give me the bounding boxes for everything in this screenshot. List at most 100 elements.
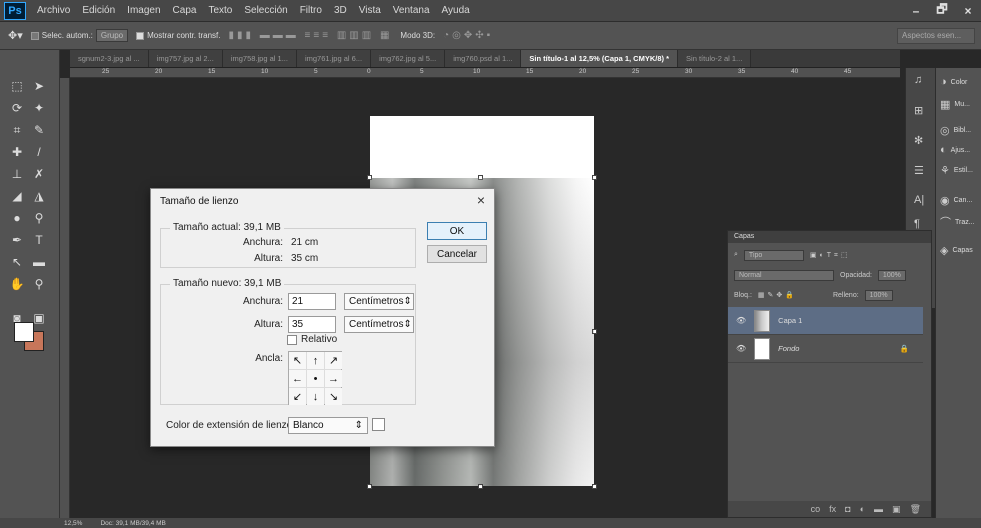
paint-bucket-icon[interactable]: ◮ [28,186,50,206]
doc-tab[interactable]: img762.jpg al 5... [371,50,446,67]
move-tool-icon[interactable]: ✥▾ [8,29,23,42]
transform-handle[interactable] [367,484,372,489]
transform-handle[interactable] [592,329,597,334]
new-group-icon[interactable]: ▬ [874,504,883,514]
doc-tab[interactable]: img761.jpg al 6... [296,50,372,67]
menu-vista[interactable]: Vista [353,5,387,16]
anchor-bottom-right[interactable]: ↘ [325,388,342,405]
minimize-button[interactable]: – [903,0,929,22]
blend-mode-select[interactable]: Normal [734,269,834,281]
marquee-tool-icon[interactable]: ⬚ [6,76,28,96]
extension-color-swatch[interactable] [372,418,385,431]
lasso-tool-icon[interactable]: ⟳ [6,98,28,118]
transform-handle[interactable] [592,484,597,489]
opacity-input[interactable]: 100% [877,269,906,281]
type-tool-icon[interactable]: T [28,230,50,250]
eraser-tool-icon[interactable]: ◢ [6,186,28,206]
magic-wand-icon[interactable]: ✦ [28,98,50,118]
adjustment-layer-icon[interactable]: ◐ [860,504,865,514]
auto-select-checkbox[interactable] [30,31,39,40]
visibility-eye-icon[interactable]: 👁 [736,344,746,353]
properties-icon[interactable]: ⊞ [914,104,923,117]
zoom-level[interactable]: 12,5% [64,520,82,527]
menu-texto[interactable]: Texto [202,5,238,16]
visibility-eye-icon[interactable]: 👁 [736,316,746,325]
panel-channels[interactable]: ◉ Can... [940,194,972,207]
brush-tool-icon[interactable]: / [28,142,50,162]
dodge-tool-icon[interactable]: ⚲ [28,208,50,228]
new-height-unit-select[interactable]: Centímetros ⇕ [344,316,414,333]
panel-layers[interactable]: ◈ Capas [940,244,973,257]
crop-tool-icon[interactable]: ⌗ [6,120,28,140]
doc-tab[interactable]: sgnum2-3.jpg al ... [70,50,149,67]
panel-libraries[interactable]: ◎ Bibl... [940,124,971,137]
panel-swatches[interactable]: ▦ Mu... [940,98,970,111]
layer-row[interactable]: 👁 Capa 1 [728,307,923,335]
dialog-close-icon[interactable]: × [477,192,485,208]
history-brush-icon[interactable]: ✗ [28,164,50,184]
anchor-center[interactable]: • [307,370,324,387]
move-tool-icon[interactable]: ➤ [28,76,50,96]
foreground-color-swatch[interactable] [14,322,34,342]
new-height-input[interactable]: 35 [288,316,336,333]
anchor-top-right[interactable]: ↗ [325,352,342,369]
cancel-button[interactable]: Cancelar [427,245,487,263]
transform-handle[interactable] [478,175,483,180]
layer-row[interactable]: 👁 Fondo 🔒 [728,335,923,363]
doc-tab[interactable]: img757.jpg al 2... [148,50,223,67]
doc-tab[interactable]: Sin título-2 al 1... [678,50,752,67]
anchor-bottom[interactable]: ↓ [307,388,324,405]
zoom-tool-icon[interactable]: ⚲ [28,274,50,294]
workspace-selector[interactable]: Aspectos esen... [897,27,975,44]
history-icon[interactable]: ♫ [914,74,922,86]
menu-archivo[interactable]: Archivo [31,5,76,16]
menu-ventana[interactable]: Ventana [387,5,436,16]
anchor-bottom-left[interactable]: ↙ [289,388,306,405]
menu-seleccion[interactable]: Selección [238,5,293,16]
anchor-left[interactable]: ← [289,370,306,387]
new-width-input[interactable]: 21 [288,293,336,310]
hand-tool-icon[interactable]: ✋ [6,274,28,294]
adjust-icon[interactable]: ☰ [914,164,924,177]
layer-kind-select[interactable]: Tipo [743,249,804,261]
align-icons[interactable]: ▮▮▮ ▬▬▬ ≡≡≡ ▥▥▥ ▦ [228,30,392,41]
extension-color-select[interactable]: Blanco ⇕ [288,417,368,434]
panel-adjustments[interactable]: ◐ Ajus... [940,144,970,156]
anchor-top-left[interactable]: ↖ [289,352,306,369]
relative-checkbox[interactable] [287,335,297,345]
panel-color[interactable]: ◑ Color [940,76,967,88]
doc-tab-active[interactable]: Sin título-1 al 12,5% (Capa 1, CMYK/8) * [521,50,679,67]
rectangle-tool-icon[interactable]: ▬ [28,252,50,272]
auto-select-dropdown[interactable]: Grupo [95,29,129,42]
menu-3d[interactable]: 3D [328,5,353,16]
anchor-top[interactable]: ↑ [307,352,324,369]
path-selection-icon[interactable]: ↖ [6,252,28,272]
doc-tab[interactable]: img760.psd al 1... [445,50,522,67]
lock-icons[interactable]: ▦✎✥🔒 [758,291,797,299]
menu-edicion[interactable]: Edición [76,5,121,16]
fill-input[interactable]: 100% [864,289,893,301]
close-button[interactable]: × [955,0,981,22]
ok-button[interactable]: OK [427,222,487,240]
restore-button[interactable]: 🗗 [929,0,955,22]
layers-panel-header[interactable]: Capas [728,231,931,243]
healing-brush-icon[interactable]: ✚ [6,142,28,162]
pen-tool-icon[interactable]: ✒ [6,230,28,250]
paragraph-icon[interactable]: ¶ [914,218,920,230]
menu-ayuda[interactable]: Ayuda [436,5,476,16]
anchor-right[interactable]: → [325,370,342,387]
character-icon[interactable]: A| [914,194,924,206]
menu-capa[interactable]: Capa [167,5,203,16]
eyedropper-icon[interactable]: ✎ [28,120,50,140]
transform-handle[interactable] [592,175,597,180]
clone-stamp-icon[interactable]: ⊥ [6,164,28,184]
doc-tab[interactable]: img758.jpg al 1... [222,50,297,67]
new-layer-icon[interactable]: ▣ [892,504,901,515]
filter-icons[interactable]: ▣◐T⌗⬚ [810,251,851,260]
3d-mode-icons[interactable]: ◔◎✥✣▪ [443,30,493,41]
anchor-grid[interactable]: ↖ ↑ ↗ ← • → ↙ ↓ ↘ [288,351,342,405]
layer-style-icon[interactable]: fx [829,504,836,514]
transform-handle[interactable] [478,484,483,489]
show-transform-checkbox[interactable] [136,31,145,40]
menu-filtro[interactable]: Filtro [294,5,328,16]
